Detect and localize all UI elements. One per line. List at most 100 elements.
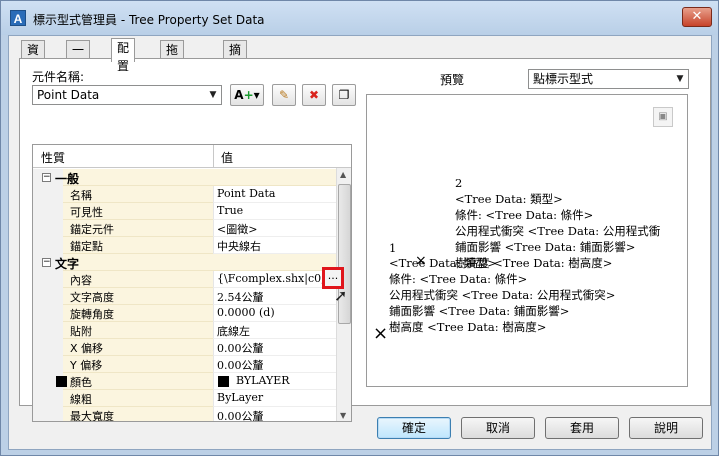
apply-button[interactable]: 套用 [545,417,619,439]
add-component-icon: A+▾ [234,88,260,102]
property-row[interactable]: Y 偏移 0.00公釐 [33,356,336,373]
property-row[interactable]: 文字高度 2.54公釐 [33,288,336,305]
preview-view-toggle-icon[interactable]: ▣ [653,107,673,127]
property-row[interactable]: X 偏移 0.00公釐 [33,339,336,356]
preview-line: 鋪面影響 <Tree Data: 鋪面影響> [455,240,636,254]
color-swatch-icon [218,376,229,387]
row-name-cell [63,254,336,271]
property-row[interactable]: 旋轉角度 0.0000 (d) [33,305,336,322]
property-grid: 性質 值 − 一般 名稱 Point Data 可見性 True 錨定元件 <圖徵> 錨定點 中央… [32,144,352,422]
property-name: 名稱 [70,189,92,202]
property-name: Y 偏移 [70,359,103,372]
property-value: True [217,204,244,217]
ok-button[interactable]: 確定 [377,417,451,439]
edit-component-button[interactable]: ✎ [272,84,296,106]
window-title: 標示型式管理員 - Tree Property Set Data [33,13,265,27]
mouse-cursor-icon: ➚ [334,286,348,305]
tab-summary[interactable]: 摘要 [223,40,248,75]
property-value: 中央線右 [217,240,261,253]
property-value: Point Data [217,187,276,200]
property-row[interactable]: 顏色 BYLAYER [33,373,336,390]
property-category-row[interactable]: − 一般 [33,169,336,186]
property-name: 貼附 [70,325,92,338]
column-separator [213,145,214,168]
preview-line: 樹高度 <Tree Data: 樹高度> [389,320,547,334]
tab-dragged-state[interactable]: 拖曳狀態 [160,40,185,111]
category-label: 一般 [55,172,80,186]
row-gutter [33,322,63,339]
property-value: 2.54公釐 [217,291,264,304]
collapse-toggle-icon[interactable]: − [42,173,51,182]
delete-component-button[interactable]: ✖ [302,84,326,106]
category-label: 文字 [55,257,80,271]
property-name: 最大寬度 [70,410,114,422]
delete-component-icon: ✖ [308,88,320,102]
row-gutter [33,203,63,220]
copy-component-icon: ❐ [338,88,350,102]
row-gutter [33,407,63,421]
property-row[interactable]: 錨定元件 <圖徵> [33,220,336,237]
property-row[interactable]: 線粗 ByLayer [33,390,336,407]
property-value: <圖徵> [217,223,258,236]
property-value: 0.00公釐 [217,410,264,422]
dialog-client-area: 資訊 一般 配置 拖曳狀態 摘要 元件名稱: Point Data ▼ A+▾ … [8,35,712,450]
property-row[interactable]: 可見性 True [33,203,336,220]
preview-style-dropdown[interactable]: 點標示型式 ▼ [528,69,689,89]
property-name: 旋轉角度 [70,308,114,321]
property-name: X 偏移 [70,342,104,355]
property-value: {\Fcomplex.shx|c0;< [217,272,335,285]
preview-canvas: ▣ 2 <Tree Data: 類型> 條件: <Tree Data: 條件> … [366,94,688,387]
tab-general[interactable]: 一般 [66,40,91,75]
component-name-label: 元件名稱: [32,70,85,84]
property-value: ByLayer [217,391,264,404]
property-value: BYLAYER [236,374,290,387]
row-gutter [33,356,63,373]
property-row[interactable]: 名稱 Point Data [33,186,336,203]
point-marker-1-icon: × [373,323,389,344]
row-name-cell [63,169,336,186]
preview-label-1-number: 1 [389,241,397,255]
preview-line: 公用程式衝突 <Tree Data: 公用程式衝突> [389,288,616,302]
preview-label: 預覽 [440,73,465,87]
color-swatch-icon [56,376,67,387]
property-value: 0.0000 (d) [217,306,275,319]
property-grid-header: 性質 值 [33,145,351,168]
tab-layout[interactable]: 配置 [111,38,136,73]
preview-line: 條件: <Tree Data: 條件> [455,208,594,222]
preview-line: <Tree Data: 類型> [455,192,563,206]
property-row[interactable]: 錨定點 中央線右 [33,237,336,254]
scroll-up-icon[interactable]: ▲ [340,170,346,179]
component-name-value: Point Data [37,88,100,102]
property-name: 顏色 [70,376,92,389]
row-gutter [33,186,63,203]
dialog-window: A 標示型式管理員 - Tree Property Set Data ✕ 資訊 … [0,0,719,456]
property-name: 文字高度 [70,291,114,304]
preview-line: 公用程式衝突 <Tree Data: 公用程式衝 [455,224,661,238]
chevron-down-icon: ▼ [209,90,217,100]
property-name: 內容 [70,274,92,287]
row-gutter [33,220,63,237]
property-row[interactable]: 貼附 底線左 [33,322,336,339]
cancel-button[interactable]: 取消 [461,417,535,439]
property-category-row[interactable]: − 文字 [33,254,336,271]
row-gutter [33,390,63,407]
property-name: 錨定點 [70,240,103,253]
close-button[interactable]: ✕ [682,7,712,27]
property-value: 底線左 [217,325,250,338]
add-component-button[interactable]: A+▾ [230,84,264,106]
autocad-app-icon: A [10,10,26,26]
row-gutter [33,339,63,356]
title-bar[interactable]: A 標示型式管理員 - Tree Property Set Data ✕ [1,1,718,35]
property-row[interactable]: 內容 {\Fcomplex.shx|c0;< [33,271,336,288]
property-row[interactable]: 最大寬度 0.00公釐 [33,407,336,422]
component-name-dropdown[interactable]: Point Data ▼ [32,85,222,105]
point-marker-2-icon: × [415,253,427,269]
column-header-value: 值 [221,151,234,165]
tab-information[interactable]: 資訊 [21,40,46,75]
preview-line: 條件: <Tree Data: 條件> [389,272,528,286]
copy-component-button[interactable]: ❐ [332,84,356,106]
scroll-down-icon[interactable]: ▼ [340,411,346,420]
ellipsis-icon: ... [327,269,339,282]
collapse-toggle-icon[interactable]: − [42,258,51,267]
help-button[interactable]: 說明 [629,417,703,439]
